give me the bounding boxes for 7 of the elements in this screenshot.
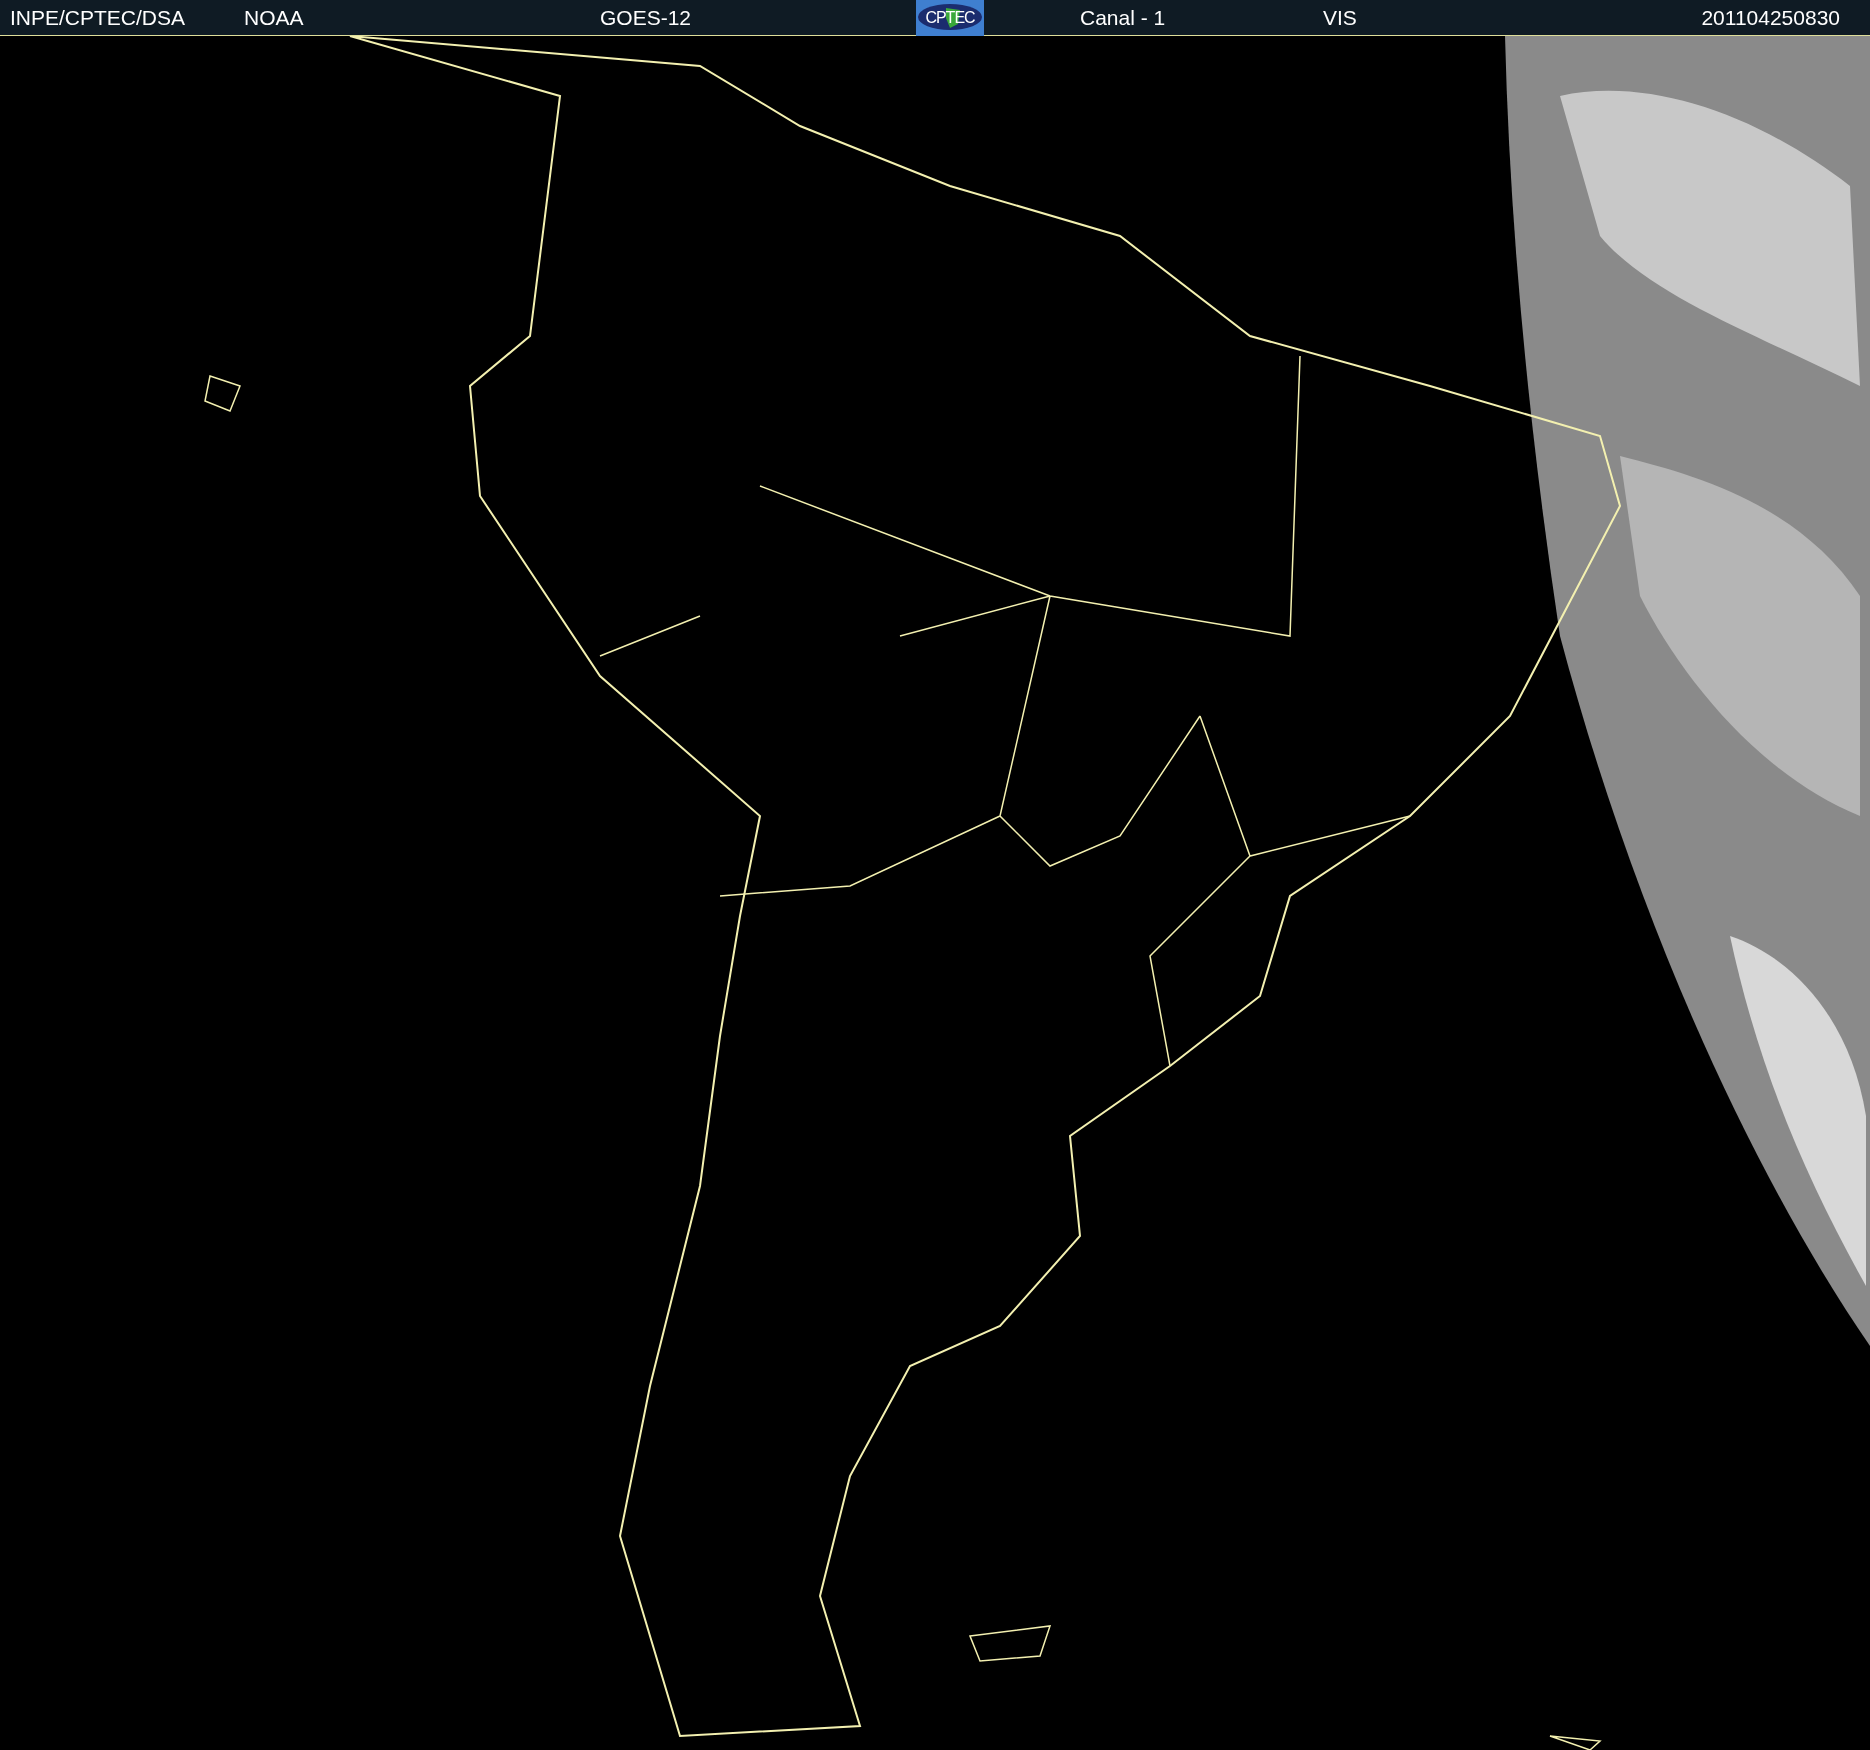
header-text: Canal - 1 xyxy=(1080,6,1167,30)
header-text: NOAA xyxy=(244,6,305,30)
header-text: INPE/CPTEC/DSA xyxy=(10,6,187,30)
header-text: VIS xyxy=(1323,6,1358,30)
header-text: 201104250830 xyxy=(1701,6,1840,30)
logo: CPTEC xyxy=(916,0,984,36)
header-text: GOES-12 xyxy=(600,6,693,30)
